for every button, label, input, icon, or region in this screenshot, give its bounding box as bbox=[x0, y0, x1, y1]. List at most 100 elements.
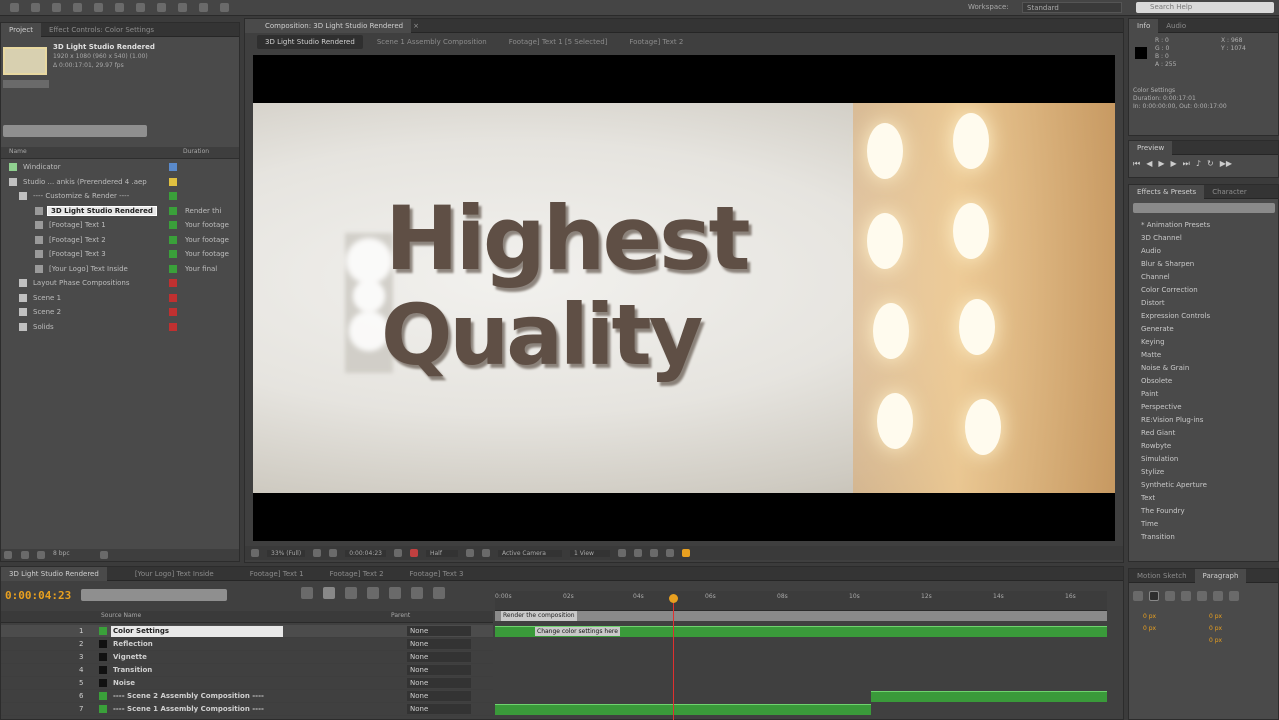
list-item[interactable]: Solids bbox=[1, 320, 239, 335]
brainstorm-icon[interactable] bbox=[411, 587, 423, 599]
list-item[interactable]: Windicator bbox=[1, 160, 239, 175]
list-item[interactable]: Scene 2 bbox=[1, 305, 239, 320]
effect-category[interactable]: Audio bbox=[1129, 245, 1278, 258]
audio-icon[interactable]: ♪ bbox=[1196, 159, 1201, 169]
effect-category[interactable]: 3D Channel bbox=[1129, 232, 1278, 245]
tab-timeline-3d-light-studio[interactable]: 3D Light Studio Rendered bbox=[1, 566, 107, 581]
zoom-tool-icon[interactable] bbox=[52, 3, 61, 12]
tab-paragraph[interactable]: Paragraph bbox=[1194, 568, 1247, 583]
layer-bar[interactable] bbox=[495, 704, 871, 715]
effect-category[interactable]: Rowbyte bbox=[1129, 440, 1278, 453]
playhead[interactable] bbox=[669, 594, 678, 720]
layer-row[interactable]: 2 Reflection None bbox=[1, 638, 493, 651]
effect-category[interactable]: Simulation bbox=[1129, 453, 1278, 466]
list-item-selected[interactable]: 3D Light Studio Rendered Render thi bbox=[1, 204, 239, 219]
always-preview-icon[interactable] bbox=[251, 549, 259, 557]
subtab-footage-text-2[interactable]: Footage] Text 2 bbox=[621, 35, 691, 49]
tab-timeline-footage-2[interactable]: Footage] Text 2 bbox=[322, 567, 392, 581]
layer-bar[interactable] bbox=[871, 691, 1107, 702]
layer-bar[interactable]: Change color settings here bbox=[495, 626, 1107, 637]
parent-select[interactable]: None bbox=[407, 652, 471, 662]
effect-category[interactable]: Matte bbox=[1129, 349, 1278, 362]
tab-info[interactable]: Info bbox=[1129, 18, 1159, 33]
timeline-link-icon[interactable] bbox=[649, 549, 658, 557]
tab-project[interactable]: Project bbox=[1, 22, 41, 37]
grid-icon[interactable] bbox=[329, 549, 338, 557]
pen-tool-icon[interactable] bbox=[136, 3, 145, 12]
project-search-input[interactable] bbox=[3, 125, 147, 137]
indent-right-value[interactable]: 0 px bbox=[1209, 613, 1222, 620]
col-duration[interactable]: Duration bbox=[183, 148, 209, 155]
layer-row[interactable]: 6 ---- Scene 2 Assembly Composition ----… bbox=[1, 690, 493, 703]
comp-mini-flowchart-icon[interactable] bbox=[301, 587, 313, 599]
tab-timeline-your-logo[interactable]: [Your Logo] Text Inside bbox=[127, 567, 222, 581]
justify-right-icon[interactable] bbox=[1213, 591, 1223, 601]
effect-category[interactable]: The Foundry bbox=[1129, 505, 1278, 518]
effect-category[interactable]: Keying bbox=[1129, 336, 1278, 349]
list-item[interactable]: Studio ... ankis (Prerendered 4 .aep bbox=[1, 175, 239, 190]
parent-select[interactable]: None bbox=[407, 639, 471, 649]
first-frame-icon[interactable]: ⏮ bbox=[1133, 159, 1140, 169]
workspace-select[interactable]: Standard bbox=[1022, 2, 1122, 13]
selection-tool-icon[interactable] bbox=[10, 3, 19, 12]
effect-category[interactable]: * Animation Presets bbox=[1129, 219, 1278, 232]
effect-category[interactable]: Perspective bbox=[1129, 401, 1278, 414]
parent-select[interactable]: None bbox=[407, 678, 471, 688]
region-of-interest-icon[interactable] bbox=[465, 549, 474, 557]
list-item[interactable]: Layout Phase Compositions bbox=[1, 276, 239, 291]
tab-composition[interactable]: Composition: 3D Light Studio Rendered bbox=[245, 18, 412, 33]
tab-effects-presets[interactable]: Effects & Presets bbox=[1129, 184, 1205, 199]
transparency-grid-icon[interactable] bbox=[481, 549, 490, 557]
resolution-select[interactable]: Half bbox=[425, 549, 458, 557]
close-icon[interactable]: × bbox=[413, 22, 419, 30]
justify-all-icon[interactable] bbox=[1229, 591, 1239, 601]
loop-icon[interactable]: ↻ bbox=[1207, 159, 1214, 169]
draft-3d-icon[interactable] bbox=[323, 587, 335, 599]
interpret-footage-icon[interactable] bbox=[4, 551, 12, 559]
toggle-pixel-aspect-icon[interactable] bbox=[617, 549, 626, 557]
col-parent[interactable]: Parent bbox=[391, 612, 410, 619]
camera-select[interactable]: Active Camera bbox=[497, 549, 562, 557]
justify-left-icon[interactable] bbox=[1181, 591, 1191, 601]
effect-category[interactable]: Transition bbox=[1129, 531, 1278, 544]
align-center-icon[interactable] bbox=[1149, 591, 1159, 601]
effect-category[interactable]: Red Giant bbox=[1129, 427, 1278, 440]
timeline-timecode[interactable]: 0:00:04:23 bbox=[5, 589, 71, 602]
effect-category[interactable]: Paint bbox=[1129, 388, 1278, 401]
ram-preview-icon[interactable]: ▶▶ bbox=[1220, 159, 1232, 169]
next-frame-icon[interactable]: ▶︎ bbox=[1171, 159, 1177, 169]
hide-shy-layers-icon[interactable] bbox=[345, 587, 357, 599]
parent-select[interactable]: None bbox=[407, 626, 471, 636]
justify-center-icon[interactable] bbox=[1197, 591, 1207, 601]
layer-row-selected[interactable]: 1 Color Settings None bbox=[1, 625, 493, 638]
effect-category[interactable]: Text bbox=[1129, 492, 1278, 505]
effect-category[interactable]: Stylize bbox=[1129, 466, 1278, 479]
fast-previews-icon[interactable] bbox=[633, 549, 642, 557]
subtab-footage-text-1[interactable]: Footage] Text 1 [5 Selected] bbox=[501, 35, 616, 49]
brush-tool-icon[interactable] bbox=[178, 3, 187, 12]
align-right-icon[interactable] bbox=[1165, 591, 1175, 601]
indent-left-value[interactable]: 0 px bbox=[1143, 613, 1156, 620]
effect-category[interactable]: Generate bbox=[1129, 323, 1278, 336]
views-select[interactable]: 1 View bbox=[569, 549, 610, 557]
type-tool-icon[interactable] bbox=[157, 3, 166, 12]
clone-tool-icon[interactable] bbox=[199, 3, 208, 12]
last-frame-icon[interactable]: ⏭ bbox=[1183, 159, 1190, 169]
pan-behind-tool-icon[interactable] bbox=[115, 3, 124, 12]
puppet-tool-icon[interactable] bbox=[220, 3, 229, 12]
comp-marker-label[interactable]: Render the composition bbox=[501, 611, 577, 621]
layer-row[interactable]: 5 Noise None bbox=[1, 677, 493, 690]
exposure-icon[interactable] bbox=[681, 549, 690, 557]
effect-category[interactable]: Channel bbox=[1129, 271, 1278, 284]
list-item[interactable]: [Footage] Text 3 Your footage bbox=[1, 247, 239, 262]
tab-motion-sketch[interactable]: Motion Sketch bbox=[1129, 569, 1195, 583]
new-folder-icon[interactable] bbox=[20, 551, 29, 559]
effect-category[interactable]: Blur & Sharpen bbox=[1129, 258, 1278, 271]
effect-category[interactable]: Color Correction bbox=[1129, 284, 1278, 297]
play-icon[interactable]: ▶ bbox=[1158, 159, 1164, 169]
col-source-name[interactable]: Source Name bbox=[101, 612, 141, 619]
list-item[interactable]: ---- Customize & Render ---- bbox=[1, 189, 239, 204]
effect-category[interactable]: Noise & Grain bbox=[1129, 362, 1278, 375]
layer-row[interactable]: 7 ---- Scene 1 Assembly Composition ----… bbox=[1, 703, 493, 716]
work-area-bar[interactable]: Render the composition bbox=[495, 611, 1107, 621]
